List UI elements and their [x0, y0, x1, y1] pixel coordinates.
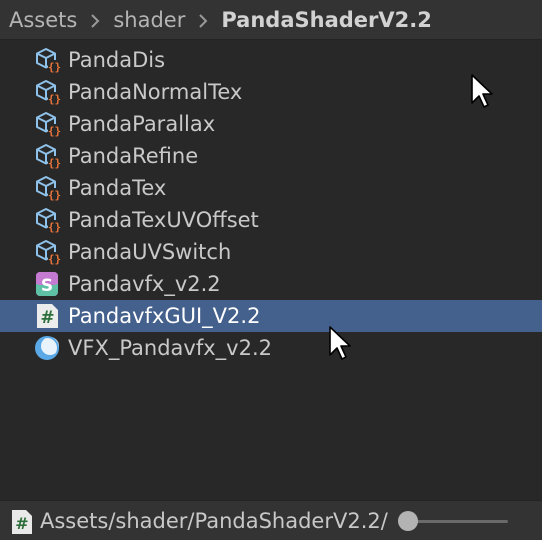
file-name: PandaNormalTex [68, 80, 243, 104]
file-name: PandaDis [68, 48, 166, 72]
svg-text:{}: {} [48, 125, 61, 138]
file-list-item[interactable]: S Pandavfx_v2.2 [0, 268, 542, 300]
chevron-right-icon [89, 13, 101, 28]
material-sphere-icon [34, 335, 62, 361]
svg-text:{}: {} [48, 157, 61, 170]
zoom-slider-track[interactable] [408, 520, 508, 523]
file-name: VFX_Pandavfx_v2.2 [68, 336, 273, 360]
file-name: PandaParallax [68, 112, 216, 136]
file-list-item[interactable]: {} PandaParallax [0, 108, 542, 140]
svg-text:#: # [15, 514, 28, 533]
file-list-item[interactable]: {} PandaNormalTex [0, 76, 542, 108]
svg-text:#: # [40, 308, 54, 328]
shader-cube-icon: {} [34, 79, 62, 106]
svg-text:{}: {} [48, 61, 61, 74]
file-list-item[interactable]: # PandavfxGUI_V2.2 [0, 300, 542, 332]
shader-cube-icon: {} [34, 111, 62, 138]
svg-text:{}: {} [48, 221, 61, 234]
file-list-item[interactable]: {} PandaRefine [0, 140, 542, 172]
file-name: Pandavfx_v2.2 [68, 272, 221, 296]
file-name: PandaTexUVOffset [68, 208, 259, 232]
breadcrumb-assets[interactable]: Assets [9, 8, 77, 32]
zoom-slider-handle[interactable] [398, 511, 418, 531]
csharp-script-icon: # [34, 303, 62, 329]
shader-graph-icon: S [34, 271, 62, 297]
svg-text:{}: {} [48, 189, 61, 202]
svg-text:{}: {} [48, 93, 61, 106]
file-list-item[interactable]: {} PandaUVSwitch [0, 236, 542, 268]
file-name: PandaTex [68, 176, 167, 200]
breadcrumb: Assets shader PandaShaderV2.2 [0, 0, 542, 40]
shader-cube-icon: {} [34, 175, 62, 202]
file-list-item[interactable]: {} PandaTex [0, 172, 542, 204]
file-list: {} PandaDis {} PandaNormalTex {} PandaParalla… [0, 44, 542, 364]
file-list-item[interactable]: {} PandaDis [0, 44, 542, 76]
breadcrumb-current-folder[interactable]: PandaShaderV2.2 [221, 8, 431, 32]
shader-cube-icon: {} [34, 47, 62, 74]
file-name: PandaRefine [68, 144, 199, 168]
file-name: PandavfxGUI_V2.2 [68, 304, 261, 328]
shader-cube-icon: {} [34, 143, 62, 170]
mouse-cursor-icon [471, 74, 493, 108]
mouse-cursor-icon [329, 326, 351, 360]
svg-text:S: S [41, 276, 53, 296]
breadcrumb-shader[interactable]: shader [113, 8, 185, 32]
file-list-item[interactable]: {} PandaTexUVOffset [0, 204, 542, 236]
svg-text:{}: {} [48, 253, 61, 266]
file-list-item[interactable]: VFX_Pandavfx_v2.2 [0, 332, 542, 364]
shader-cube-icon: {} [34, 207, 62, 234]
selected-asset-path: Assets/shader/PandaShaderV2.2/ [40, 509, 388, 533]
shader-cube-icon: {} [34, 239, 62, 266]
file-name: PandaUVSwitch [68, 240, 232, 264]
csharp-script-icon: # [9, 509, 35, 535]
chevron-right-icon [197, 13, 209, 28]
